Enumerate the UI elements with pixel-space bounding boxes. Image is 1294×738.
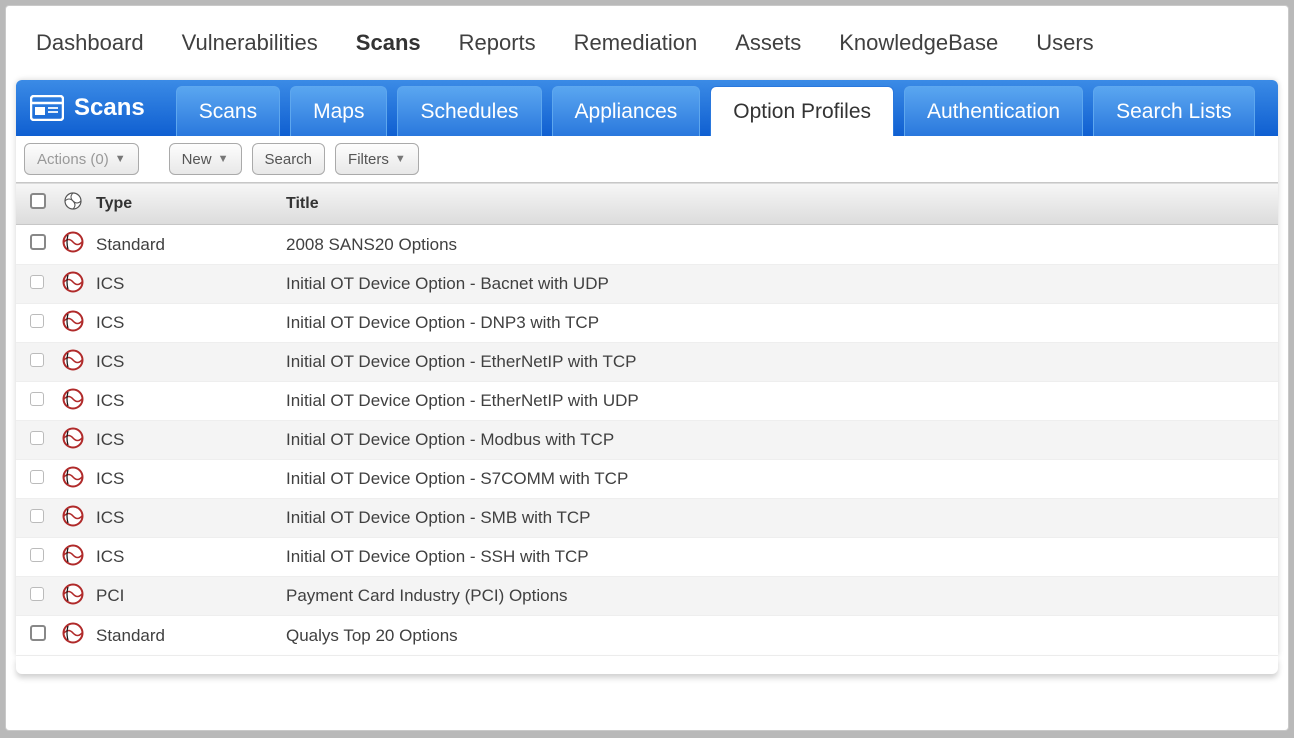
option-profiles-table: Type Title Standard 2008 SANS20 Options … bbox=[16, 182, 1278, 656]
table-row[interactable]: ICS Initial OT Device Option - S7COMM wi… bbox=[16, 460, 1278, 499]
row-type: Standard bbox=[88, 225, 278, 265]
row-checkbox[interactable] bbox=[30, 625, 46, 641]
tab-schedules[interactable]: Schedules bbox=[397, 86, 541, 136]
table-row[interactable]: PCI Payment Card Industry (PCI) Options bbox=[16, 577, 1278, 616]
table-row[interactable]: ICS Initial OT Device Option - SMB with … bbox=[16, 499, 1278, 538]
scans-icon bbox=[30, 95, 64, 121]
tab-maps[interactable]: Maps bbox=[290, 86, 387, 136]
table-row[interactable]: ICS Initial OT Device Option - Modbus wi… bbox=[16, 421, 1278, 460]
globe-header-icon bbox=[64, 192, 82, 210]
row-title: Initial OT Device Option - SSH with TCP bbox=[278, 538, 1278, 577]
table-row[interactable]: ICS Initial OT Device Option - SSH with … bbox=[16, 538, 1278, 577]
section-label-text: Scans bbox=[74, 94, 145, 122]
row-checkbox[interactable] bbox=[30, 392, 44, 406]
row-type: ICS bbox=[88, 538, 278, 577]
table-row[interactable]: ICS Initial OT Device Option - Bacnet wi… bbox=[16, 265, 1278, 304]
actions-label: Actions (0) bbox=[37, 151, 109, 168]
row-checkbox[interactable] bbox=[30, 470, 44, 484]
table-row[interactable]: Standard 2008 SANS20 Options bbox=[16, 225, 1278, 265]
globe-icon bbox=[62, 466, 84, 488]
new-button[interactable]: New ▼ bbox=[169, 143, 242, 175]
nav-users[interactable]: Users bbox=[1036, 30, 1093, 56]
chevron-down-icon: ▼ bbox=[395, 153, 406, 165]
globe-icon bbox=[62, 427, 84, 449]
row-title: Initial OT Device Option - DNP3 with TCP bbox=[278, 304, 1278, 343]
nav-knowledgebase[interactable]: KnowledgeBase bbox=[839, 30, 998, 56]
row-type: ICS bbox=[88, 265, 278, 304]
col-title[interactable]: Title bbox=[278, 183, 1278, 225]
row-checkbox[interactable] bbox=[30, 509, 44, 523]
row-title: Initial OT Device Option - Modbus with T… bbox=[278, 421, 1278, 460]
row-title: Payment Card Industry (PCI) Options bbox=[278, 577, 1278, 616]
section-label: Scans bbox=[16, 80, 161, 136]
row-type: ICS bbox=[88, 382, 278, 421]
chevron-down-icon: ▼ bbox=[115, 153, 126, 165]
globe-icon bbox=[62, 231, 84, 253]
table-row[interactable]: ICS Initial OT Device Option - DNP3 with… bbox=[16, 304, 1278, 343]
scans-section: Scans ScansMapsSchedulesAppliancesOption… bbox=[16, 80, 1278, 656]
col-type[interactable]: Type bbox=[88, 183, 278, 225]
nav-remediation[interactable]: Remediation bbox=[574, 30, 698, 56]
tab-search-lists[interactable]: Search Lists bbox=[1093, 86, 1255, 136]
row-type: ICS bbox=[88, 343, 278, 382]
search-label: Search bbox=[265, 151, 313, 168]
row-title: Initial OT Device Option - EtherNetIP wi… bbox=[278, 343, 1278, 382]
toolbar: Actions (0) ▼ New ▼ Search Filters ▼ bbox=[16, 136, 1278, 182]
globe-icon bbox=[62, 349, 84, 371]
row-type: ICS bbox=[88, 304, 278, 343]
row-type: ICS bbox=[88, 499, 278, 538]
globe-icon bbox=[62, 544, 84, 566]
tab-option-profiles[interactable]: Option Profiles bbox=[710, 86, 894, 136]
chevron-down-icon: ▼ bbox=[218, 153, 229, 165]
new-label: New bbox=[182, 151, 212, 168]
actions-button[interactable]: Actions (0) ▼ bbox=[24, 143, 139, 175]
globe-icon bbox=[62, 622, 84, 644]
globe-icon bbox=[62, 505, 84, 527]
table-row[interactable]: Standard Qualys Top 20 Options bbox=[16, 616, 1278, 656]
globe-icon bbox=[62, 310, 84, 332]
row-title: Initial OT Device Option - Bacnet with U… bbox=[278, 265, 1278, 304]
nav-scans[interactable]: Scans bbox=[356, 30, 421, 56]
globe-icon bbox=[62, 583, 84, 605]
tab-appliances[interactable]: Appliances bbox=[552, 86, 701, 136]
nav-vulnerabilities[interactable]: Vulnerabilities bbox=[182, 30, 318, 56]
row-type: ICS bbox=[88, 421, 278, 460]
row-checkbox[interactable] bbox=[30, 548, 44, 562]
row-title: Initial OT Device Option - EtherNetIP wi… bbox=[278, 382, 1278, 421]
nav-reports[interactable]: Reports bbox=[459, 30, 536, 56]
nav-dashboard[interactable]: Dashboard bbox=[36, 30, 144, 56]
row-type: PCI bbox=[88, 577, 278, 616]
table-row[interactable]: ICS Initial OT Device Option - EtherNetI… bbox=[16, 343, 1278, 382]
filters-button[interactable]: Filters ▼ bbox=[335, 143, 419, 175]
globe-icon bbox=[62, 271, 84, 293]
table-row[interactable]: ICS Initial OT Device Option - EtherNetI… bbox=[16, 382, 1278, 421]
row-title: Qualys Top 20 Options bbox=[278, 616, 1278, 656]
tab-bar: Scans ScansMapsSchedulesAppliancesOption… bbox=[16, 80, 1278, 136]
row-checkbox[interactable] bbox=[30, 275, 44, 289]
row-title: 2008 SANS20 Options bbox=[278, 225, 1278, 265]
row-checkbox[interactable] bbox=[30, 431, 44, 445]
row-checkbox[interactable] bbox=[30, 587, 44, 601]
table-header-row: Type Title bbox=[16, 183, 1278, 225]
row-title: Initial OT Device Option - S7COMM with T… bbox=[278, 460, 1278, 499]
top-nav: Dashboard Vulnerabilities Scans Reports Reme… bbox=[6, 6, 1288, 80]
filters-label: Filters bbox=[348, 151, 389, 168]
row-checkbox[interactable] bbox=[30, 353, 44, 367]
row-checkbox[interactable] bbox=[30, 314, 44, 328]
row-title: Initial OT Device Option - SMB with TCP bbox=[278, 499, 1278, 538]
globe-icon bbox=[62, 388, 84, 410]
row-checkbox[interactable] bbox=[30, 234, 46, 250]
panel-bottom bbox=[16, 656, 1278, 674]
row-type: ICS bbox=[88, 460, 278, 499]
tab-scans[interactable]: Scans bbox=[176, 86, 280, 136]
nav-assets[interactable]: Assets bbox=[735, 30, 801, 56]
row-type: Standard bbox=[88, 616, 278, 656]
search-button[interactable]: Search bbox=[252, 143, 326, 175]
tab-authentication[interactable]: Authentication bbox=[904, 86, 1083, 136]
select-all-checkbox[interactable] bbox=[30, 193, 46, 209]
